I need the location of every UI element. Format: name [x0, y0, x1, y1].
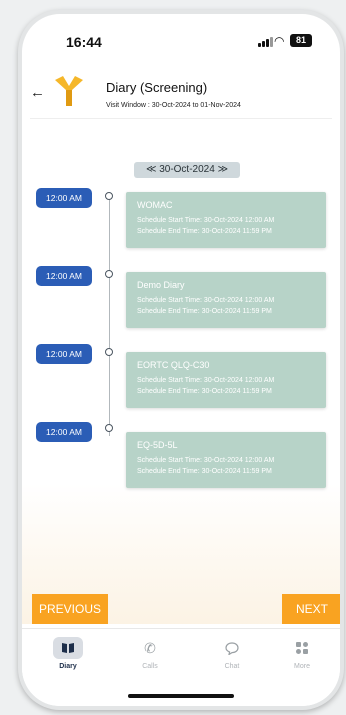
schedule-end: Schedule End Time: 30-Oct-2024 11:59 PM: [137, 468, 272, 475]
visit-window: Visit Window : 30-Oct-2024 to 01-Nov-202…: [106, 102, 241, 109]
schedule-start: Schedule Start Time: 30-Oct-2024 12:00 A…: [137, 217, 275, 224]
header-divider: [30, 118, 332, 119]
tab-calls[interactable]: ✆ Calls: [120, 637, 180, 670]
tab-more[interactable]: More: [272, 637, 332, 670]
previous-button[interactable]: PREVIOUS: [32, 594, 108, 624]
schedule-start: Schedule Start Time: 30-Oct-2024 12:00 A…: [137, 297, 275, 304]
current-date: 30-Oct-2024: [159, 164, 215, 175]
tab-diary[interactable]: Diary: [38, 637, 98, 670]
prev-date-icon[interactable]: ≪: [146, 164, 156, 175]
timeline-rail: [109, 196, 110, 436]
grid-icon: [272, 637, 332, 659]
diary-card[interactable]: EQ-5D-5L Schedule Start Time: 30-Oct-202…: [126, 432, 326, 488]
diary-card[interactable]: Demo Diary Schedule Start Time: 30-Oct-2…: [126, 272, 326, 328]
time-chip[interactable]: 12:00 AM: [36, 344, 92, 364]
wifi-icon: ◠: [274, 34, 285, 48]
home-indicator: [128, 694, 234, 698]
timeline-dot: [105, 192, 113, 200]
back-arrow-icon[interactable]: ←: [30, 84, 45, 101]
timeline-dot: [105, 270, 113, 278]
schedule-end: Schedule End Time: 30-Oct-2024 11:59 PM: [137, 388, 272, 395]
phone-icon: ✆: [144, 640, 156, 656]
next-date-icon[interactable]: ≫: [218, 164, 228, 175]
diary-name: EORTC QLQ-C30: [137, 360, 210, 370]
date-selector[interactable]: ≪ 30-Oct-2024 ≫: [134, 162, 240, 178]
chat-bubble-icon: [202, 637, 262, 659]
schedule-end: Schedule End Time: 30-Oct-2024 11:59 PM: [137, 308, 272, 315]
schedule-end: Schedule End Time: 30-Oct-2024 11:59 PM: [137, 228, 272, 235]
diary-name: WOMAC: [137, 200, 173, 210]
tab-label: More: [294, 663, 310, 670]
tab-label: Chat: [224, 663, 240, 670]
battery-icon: 81: [290, 34, 312, 47]
timeline-dot: [105, 348, 113, 356]
status-time: 16:44: [66, 34, 102, 50]
diary-card[interactable]: EORTC QLQ-C30 Schedule Start Time: 30-Oc…: [126, 352, 326, 408]
app-screen: 16:44 ◠ 81 ← Diary (Screening) Visit Win…: [22, 14, 340, 706]
tab-chat[interactable]: Chat: [202, 637, 262, 670]
tab-label: Diary: [59, 663, 77, 670]
app-logo: [55, 76, 83, 106]
next-button[interactable]: NEXT: [282, 594, 340, 624]
diary-card[interactable]: WOMAC Schedule Start Time: 30-Oct-2024 1…: [126, 192, 326, 248]
header: ← Diary (Screening) Visit Window : 30-Oc…: [22, 58, 340, 122]
time-chip[interactable]: 12:00 AM: [36, 188, 92, 208]
tab-label: Calls: [142, 663, 158, 670]
book-icon: [53, 637, 83, 659]
schedule-start: Schedule Start Time: 30-Oct-2024 12:00 A…: [137, 457, 275, 464]
schedule-start: Schedule Start Time: 30-Oct-2024 12:00 A…: [137, 377, 275, 384]
time-chip[interactable]: 12:00 AM: [36, 422, 92, 442]
timeline-dot: [105, 424, 113, 432]
signal-icon: [258, 36, 273, 47]
page-title: Diary (Screening): [106, 80, 208, 95]
time-chip[interactable]: 12:00 AM: [36, 266, 92, 286]
phone-frame: 16:44 ◠ 81 ← Diary (Screening) Visit Win…: [18, 10, 344, 710]
diary-name: Demo Diary: [137, 280, 185, 290]
diary-name: EQ-5D-5L: [137, 440, 178, 450]
status-bar: 16:44 ◠ 81: [22, 14, 340, 58]
